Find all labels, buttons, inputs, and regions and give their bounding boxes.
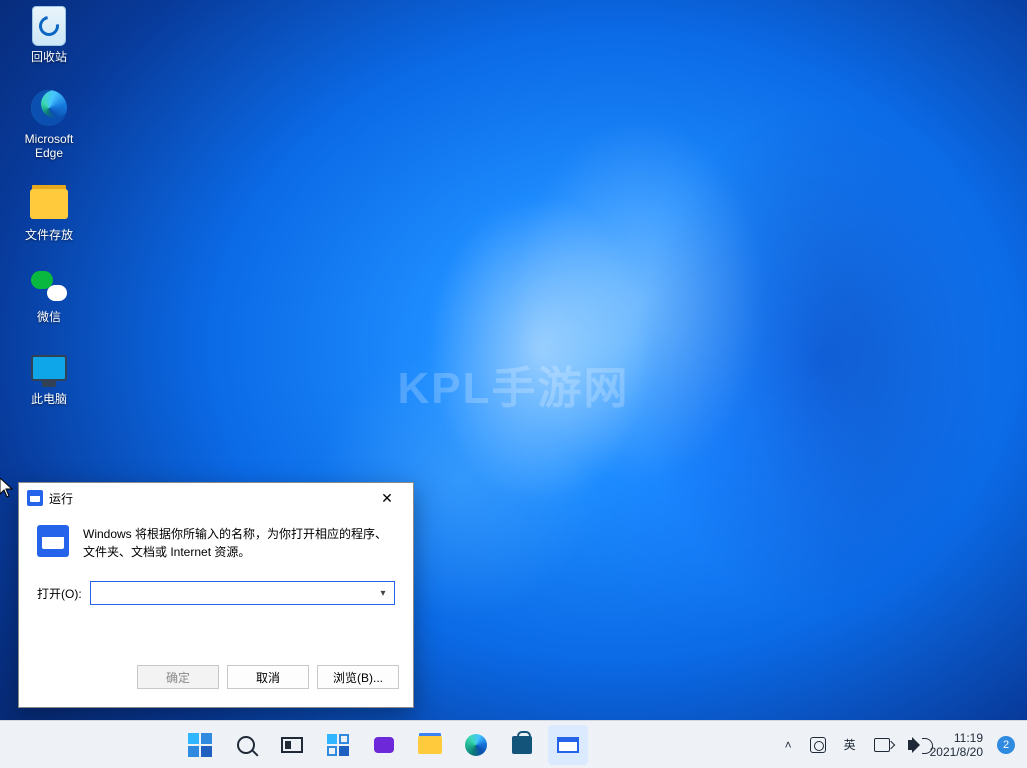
tray-time: 11:19 bbox=[954, 731, 983, 745]
close-button[interactable]: ✕ bbox=[367, 484, 407, 512]
desktop[interactable]: KPL手游网 回收站 Microsoft Edge 文件存放 微信 此电脑 运行 bbox=[0, 0, 1027, 768]
run-body: Windows 将根据你所输入的名称，为你打开相应的程序、文件夹、文档或 Int… bbox=[19, 513, 413, 561]
desktop-icon-this-pc[interactable]: 此电脑 bbox=[14, 348, 84, 406]
desktop-icon-label: 回收站 bbox=[31, 50, 67, 64]
run-open-label: 打开(O): bbox=[37, 585, 82, 602]
cursor-icon bbox=[0, 478, 14, 498]
taskbar-run-button[interactable] bbox=[548, 725, 588, 765]
taskbar-start-button[interactable] bbox=[180, 725, 220, 765]
run-app-icon bbox=[27, 490, 43, 506]
taskbar-center bbox=[0, 725, 769, 765]
desktop-icon-microsoft-edge[interactable]: Microsoft Edge bbox=[14, 88, 84, 160]
run-title-text: 运行 bbox=[49, 490, 73, 507]
folder-icon bbox=[29, 184, 69, 224]
file-explorer-icon bbox=[418, 736, 442, 754]
ok-button[interactable]: 确定 bbox=[137, 665, 219, 689]
chat-icon bbox=[374, 737, 394, 753]
desktop-icons-column: 回收站 Microsoft Edge 文件存放 微信 此电脑 bbox=[14, 6, 84, 406]
desktop-icon-wechat[interactable]: 微信 bbox=[14, 266, 84, 324]
network-icon bbox=[874, 738, 890, 752]
tray-volume[interactable] bbox=[904, 738, 916, 752]
tray-network[interactable] bbox=[870, 736, 894, 754]
tray-ime-mode[interactable]: 英 bbox=[840, 734, 860, 755]
watermark-text: KPL手游网 bbox=[398, 352, 630, 416]
recycle-bin-icon bbox=[29, 6, 69, 46]
run-open-input[interactable] bbox=[95, 586, 376, 600]
taskbar-store-button[interactable] bbox=[502, 725, 542, 765]
edge-icon bbox=[29, 88, 69, 128]
browse-button[interactable]: 浏览(B)... bbox=[317, 665, 399, 689]
cancel-button[interactable]: 取消 bbox=[227, 665, 309, 689]
task-view-icon bbox=[281, 737, 303, 753]
desktop-icon-label: 此电脑 bbox=[31, 392, 67, 406]
chevron-up-icon: ˄ bbox=[785, 738, 792, 752]
run-titlebar[interactable]: 运行 ✕ bbox=[19, 483, 413, 513]
desktop-icon-recycle-bin[interactable]: 回收站 bbox=[14, 6, 84, 64]
desktop-icon-label: 文件存放 bbox=[25, 228, 73, 242]
desktop-icon-folder-files[interactable]: 文件存放 bbox=[14, 184, 84, 242]
taskbar[interactable]: ˄ 英 11:19 2021/8/20 2 bbox=[0, 720, 1027, 768]
tray-clock[interactable]: 11:19 2021/8/20 bbox=[926, 729, 987, 761]
run-button-row: 确定 取消 浏览(B)... bbox=[19, 649, 413, 707]
widgets-icon bbox=[327, 734, 349, 756]
taskbar-chat-button[interactable] bbox=[364, 725, 404, 765]
monitor-icon bbox=[29, 348, 69, 388]
taskbar-taskview-button[interactable] bbox=[272, 725, 312, 765]
taskbar-search-button[interactable] bbox=[226, 725, 266, 765]
run-icon bbox=[557, 737, 579, 753]
run-open-field[interactable]: ▾ bbox=[90, 581, 395, 605]
tray-overflow-button[interactable]: ˄ bbox=[781, 736, 796, 754]
search-icon bbox=[237, 736, 255, 754]
edge-icon bbox=[465, 734, 487, 756]
run-body-icon bbox=[37, 525, 69, 557]
store-icon bbox=[512, 736, 532, 754]
run-dialog[interactable]: 运行 ✕ Windows 将根据你所输入的名称，为你打开相应的程序、文件夹、文档… bbox=[18, 482, 414, 708]
start-icon bbox=[188, 733, 212, 757]
wechat-icon bbox=[29, 266, 69, 306]
desktop-icon-label: Microsoft Edge bbox=[14, 132, 84, 160]
run-open-row: 打开(O): ▾ bbox=[19, 561, 413, 605]
run-message: Windows 将根据你所输入的名称，为你打开相应的程序、文件夹、文档或 Int… bbox=[83, 525, 395, 561]
taskbar-widgets-button[interactable] bbox=[318, 725, 358, 765]
tray-date: 2021/8/20 bbox=[930, 745, 983, 759]
tray-notifications-badge[interactable]: 2 bbox=[997, 736, 1015, 754]
chevron-down-icon[interactable]: ▾ bbox=[376, 588, 390, 599]
taskbar-explorer-button[interactable] bbox=[410, 725, 450, 765]
ime-icon bbox=[810, 737, 826, 753]
taskbar-tray: ˄ 英 11:19 2021/8/20 2 bbox=[769, 729, 1027, 761]
volume-icon bbox=[908, 740, 912, 750]
tray-ime-options[interactable] bbox=[806, 735, 830, 755]
taskbar-edge-button[interactable] bbox=[456, 725, 496, 765]
desktop-icon-label: 微信 bbox=[37, 310, 61, 324]
